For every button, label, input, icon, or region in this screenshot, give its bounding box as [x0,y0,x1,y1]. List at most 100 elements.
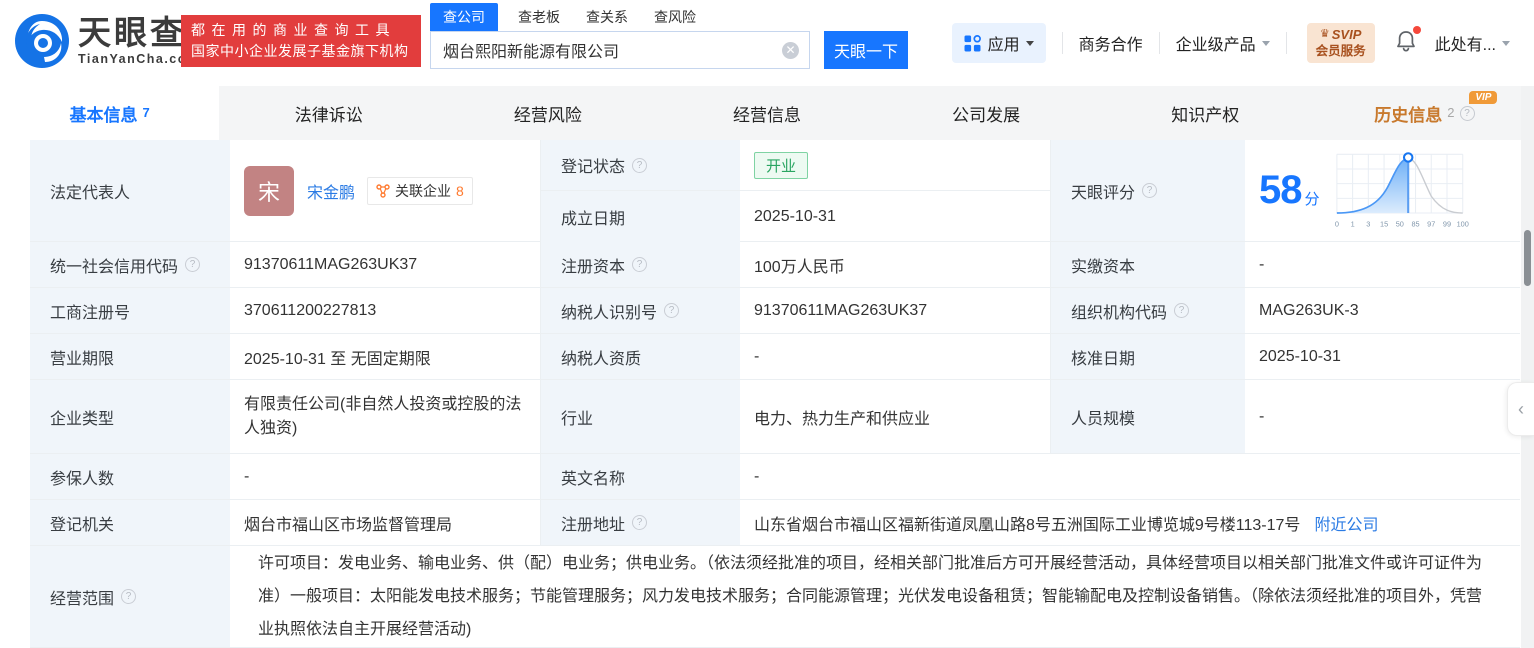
search-tab-company[interactable]: 查公司 [430,3,498,31]
field-registration-number-label: 工商注册号 [30,288,230,334]
info-icon[interactable]: ? [1142,183,1158,198]
tianyancha-logo[interactable]: 天眼查 TianYanCha.com [14,13,200,69]
field-taxpayer-id-value: 91370611MAG263UK37 [740,288,1050,334]
tab-count: 7 [142,104,150,120]
info-icon[interactable]: ? [1174,303,1190,318]
field-staff-size-label: 人员规模 [1050,380,1245,454]
tab-label: 知识产权 [1171,105,1240,125]
svg-text:15: 15 [1380,219,1388,228]
search-input[interactable] [431,41,782,59]
field-insured-count-value: - [230,454,540,500]
search-button[interactable]: 天眼一下 [824,31,908,69]
field-business-term-label: 营业期限 [30,334,230,380]
help-icon[interactable]: ? [1459,105,1475,121]
field-credit-code-value: 91370611MAG263UK37 [230,242,540,288]
search-area: 查公司 查老板 查关系 查风险 ✕ 天眼一下 [430,3,908,69]
info-icon[interactable]: ? [121,589,137,604]
tab-company-development[interactable]: 公司发展 [877,86,1096,140]
svip-service-label: 会员服务 [1315,44,1366,58]
user-account-label: 此处有... [1434,37,1496,54]
field-registered-capital-label: 注册资本? [540,242,740,288]
notification-dot [1412,25,1421,34]
tab-history-info[interactable]: VIP 历史信息 2 ? [1315,86,1534,140]
search-row: ✕ 天眼一下 [430,31,908,69]
tab-business-risk[interactable]: 经营风险 [438,86,657,140]
score-number: 58 [1259,168,1302,212]
svg-text:85: 85 [1411,219,1419,228]
info-icon[interactable]: ? [185,257,201,272]
slogan-banner: 都在用的商业查询工具 国家中小企业发展子基金旗下机构 [181,15,421,67]
slogan-line1: 都在用的商业查询工具 [191,22,396,38]
chevron-down-icon [1261,40,1270,46]
tianyancha-logo-icon [15,14,69,68]
avatar[interactable]: 宋 [244,165,294,216]
tab-legal-proceedings[interactable]: 法律诉讼 [219,86,438,140]
field-registration-authority-value: 烟台市福山区市场监督管理局 [230,500,540,546]
svg-text:0: 0 [1334,219,1338,228]
tab-intellectual-property[interactable]: 知识产权 [1096,86,1315,140]
svip-member-button[interactable]: ♛ SVIP 会员服务 [1306,23,1375,63]
field-industry-label: 行业 [540,380,740,454]
field-registration-status-label: 登记状态? [540,140,740,191]
field-legal-representative-value: 宋 宋金鹏 关联企业 8 [230,140,540,242]
field-business-scope-label: 经营范围? [30,546,230,648]
clear-search-icon[interactable]: ✕ [782,41,799,59]
chevron-down-icon [1025,40,1034,46]
tab-business-info[interactable]: 经营信息 [657,86,876,140]
field-company-type-label: 企业类型 [30,380,230,454]
svg-text:100: 100 [1456,219,1468,228]
info-icon[interactable]: ? [632,515,648,530]
field-paid-capital-value: - [1245,242,1520,288]
info-icon[interactable]: ? [632,157,648,173]
tab-count: 2 [1447,104,1455,120]
score-marker [1402,151,1413,163]
field-taxpayer-qualification-label: 纳税人资质 [540,334,740,380]
search-tab-boss[interactable]: 查老板 [518,3,560,31]
field-insured-count-label: 参保人数 [30,454,230,500]
collapse-panel-button[interactable]: ‹ [1507,382,1534,436]
search-tab-relation[interactable]: 查关系 [586,3,628,31]
field-credit-code-label: 统一社会信用代码? [30,242,230,288]
enterprise-products-link[interactable]: 企业级产品 [1176,31,1270,55]
search-tabs: 查公司 查老板 查关系 查风险 [430,3,908,31]
apps-menu-button[interactable]: 应用 [951,23,1046,63]
user-account-menu[interactable]: 此处有... [1435,31,1510,55]
field-staff-size-value: - [1245,380,1520,454]
tab-label: 法律诉讼 [294,105,363,125]
nearby-companies-link[interactable]: 附近公司 [1314,511,1378,535]
related-companies-count: 8 [456,182,464,199]
divider [1285,32,1287,54]
notifications-button[interactable] [1395,25,1421,58]
field-tianyan-score-value: 58 分 0 1 3 15 50 85 97 99 100 [1245,140,1520,242]
divider [1158,32,1160,54]
field-registered-address-label: 注册地址? [540,500,740,546]
field-business-term-value: 2025-10-31 至 无固定期限 [230,334,540,380]
svip-label: SVIP [1331,27,1362,42]
info-icon[interactable]: ? [632,257,648,272]
search-tab-risk[interactable]: 查风险 [654,3,696,31]
field-registration-status-value: 开业 [740,140,1050,191]
tab-label: 基本信息 [69,105,138,125]
tab-label: 经营风险 [513,105,582,125]
vip-badge: VIP [1469,91,1498,104]
status-badge: 开业 [754,151,809,179]
apps-label: 应用 [987,37,1020,54]
field-registered-address-value: 山东省烟台市福山区福新街道凤凰山路8号五洲国际工业博览城9号楼113-17号 附… [740,500,1520,546]
related-companies-label: 关联企业 [395,182,452,199]
field-paid-capital-label: 实缴资本 [1050,242,1245,288]
crown-icon: ♛ [1319,28,1330,40]
related-companies-badge[interactable]: 关联企业 8 [367,176,473,205]
tianyancha-company-page: 天眼查 TianYanCha.com 都在用的商业查询工具 国家中小企业发展子基… [0,0,1534,648]
business-cooperation-link[interactable]: 商务合作 [1079,31,1143,55]
tab-basic-info[interactable]: 基本信息 7 [0,86,220,140]
scrollbar-thumb[interactable] [1524,230,1531,286]
field-company-type-value: 有限责任公司(非自然人投资或控股的法人独资) [230,380,540,454]
field-taxpayer-id-label: 纳税人识别号? [540,288,740,334]
field-tianyan-score-label: 天眼评分? [1050,140,1245,242]
scrollbar-track[interactable] [1521,86,1534,648]
svg-text:97: 97 [1427,219,1435,228]
network-icon [376,183,390,198]
legal-representative-link[interactable]: 宋金鹏 [307,179,355,203]
info-icon[interactable]: ? [664,303,680,318]
basic-info-table: 法定代表人 宋 宋金鹏 关联企业 8 登记状态? 开业 成立日期 2025-10… [30,140,1520,648]
